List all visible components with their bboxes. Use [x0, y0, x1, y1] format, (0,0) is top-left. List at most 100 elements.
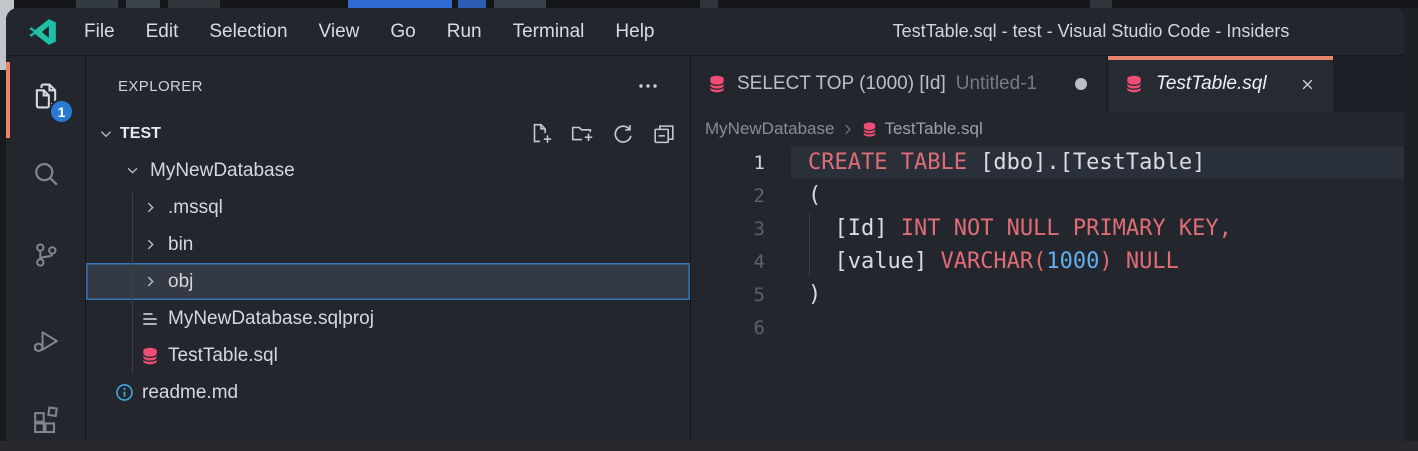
tree-item-mssql[interactable]: .mssql	[86, 189, 690, 226]
chevron-right-icon	[138, 272, 162, 291]
code-token: (	[808, 183, 821, 208]
new-file-button[interactable]	[528, 121, 554, 147]
screenshot-frame: File Edit Selection View Go Run Terminal…	[0, 0, 1418, 451]
tab-bar: SELECT TOP (1000) [Id] Untitled-1	[691, 56, 1404, 112]
tab-untitled-query[interactable]: SELECT TOP (1000) [Id] Untitled-1	[691, 56, 1108, 112]
chevron-down-icon	[120, 161, 144, 180]
database-icon	[1124, 74, 1144, 94]
tree-item-obj[interactable]: obj	[86, 263, 690, 300]
code-line[interactable]: 6	[691, 311, 1404, 344]
tab-testtable-sql[interactable]: TestTable.sql	[1108, 56, 1333, 112]
code-text[interactable]: [value] VARCHAR(1000) NULL	[791, 245, 1404, 278]
unsaved-changes-dot-icon[interactable]	[1075, 78, 1087, 90]
source-control-view-button[interactable]	[23, 232, 69, 278]
code-area[interactable]: 1CREATE TABLE [dbo].[TestTable]2(3 [Id] …	[691, 146, 1404, 441]
explorer-view-button[interactable]: 1	[23, 73, 69, 119]
code-line[interactable]: 4 [value] VARCHAR(1000) NULL	[691, 245, 1404, 278]
tree-indent-guide	[132, 193, 133, 374]
activity-bar: 1	[6, 56, 86, 441]
tree-item-testtable-sql[interactable]: TestTable.sql	[86, 337, 690, 374]
window-edge	[1404, 8, 1418, 441]
line-number: 3	[691, 218, 791, 240]
tree-item-readme[interactable]: readme.md	[86, 374, 690, 411]
code-text[interactable]: (	[791, 179, 1404, 212]
file-tree: MyNewDatabase .mssql bin	[86, 152, 690, 411]
workspace-section-header[interactable]: TEST	[86, 116, 690, 152]
chevron-right-icon	[840, 122, 855, 137]
menu-go[interactable]: Go	[390, 21, 415, 43]
code-text[interactable]: )	[791, 278, 1404, 311]
tree-item-mynewdatabase[interactable]: MyNewDatabase	[86, 152, 690, 189]
workspace-name: TEST	[120, 125, 161, 143]
breadcrumb-folder[interactable]: MyNewDatabase	[705, 119, 834, 139]
database-icon	[138, 346, 162, 366]
database-icon	[707, 74, 727, 94]
chevron-right-icon	[138, 235, 162, 254]
new-folder-button[interactable]	[569, 121, 595, 147]
title-bar: File Edit Selection View Go Run Terminal…	[6, 8, 1404, 56]
code-token: [value]	[808, 249, 940, 274]
window-edge	[0, 441, 1418, 451]
menu-selection[interactable]: Selection	[209, 21, 287, 43]
info-icon	[112, 382, 136, 403]
chevron-down-icon	[96, 124, 116, 144]
editor-indent-guide	[809, 214, 810, 276]
section-actions	[528, 121, 677, 147]
extensions-view-button[interactable]	[23, 397, 69, 441]
background-window-fragment	[126, 0, 160, 8]
breadcrumb-file[interactable]: TestTable.sql	[884, 119, 982, 139]
code-token: [Id]	[808, 216, 901, 241]
chevron-right-icon	[138, 198, 162, 217]
refresh-button[interactable]	[610, 121, 636, 147]
code-text[interactable]: CREATE TABLE [dbo].[TestTable]	[791, 146, 1404, 179]
menu-file[interactable]: File	[84, 21, 115, 43]
tab-label: TestTable.sql	[1156, 73, 1267, 95]
line-number: 1	[691, 152, 791, 174]
search-view-button[interactable]	[23, 152, 69, 198]
active-view-indicator	[6, 62, 10, 138]
tab-detail: Untitled-1	[956, 73, 1037, 95]
menu-view[interactable]: View	[319, 21, 360, 43]
menu-help[interactable]: Help	[615, 21, 654, 43]
code-line[interactable]: 1CREATE TABLE [dbo].[TestTable]	[691, 146, 1404, 179]
code-text[interactable]: [Id] INT NOT NULL PRIMARY KEY,	[791, 212, 1404, 245]
tree-item-label: bin	[168, 234, 193, 256]
line-number: 5	[691, 284, 791, 306]
code-text[interactable]	[791, 311, 1404, 344]
background-window-fragment	[458, 0, 486, 8]
code-token: NULL	[1126, 249, 1179, 274]
line-number: 2	[691, 185, 791, 207]
menu-terminal[interactable]: Terminal	[513, 21, 585, 43]
explorer-badge: 1	[49, 99, 74, 124]
background-window-fragment	[168, 0, 220, 8]
menu-run[interactable]: Run	[447, 21, 482, 43]
code-token: )	[1099, 249, 1126, 274]
background-window-fragment	[1090, 0, 1112, 8]
vscode-insiders-logo-icon	[28, 17, 58, 47]
code-line[interactable]: 2(	[691, 179, 1404, 212]
code-token: )	[808, 282, 821, 307]
tree-item-bin[interactable]: bin	[86, 226, 690, 263]
workbench: 1	[6, 56, 1404, 441]
tree-item-label: MyNewDatabase	[150, 160, 295, 182]
tree-item-label: TestTable.sql	[168, 345, 278, 367]
code-token: CREATE TABLE	[808, 150, 980, 175]
list-lines-icon	[138, 309, 162, 329]
line-number: 4	[691, 251, 791, 273]
tab-label: SELECT TOP (1000) [Id]	[737, 73, 946, 95]
code-line[interactable]: 3 [Id] INT NOT NULL PRIMARY KEY,	[691, 212, 1404, 245]
menu-edit[interactable]: Edit	[146, 21, 179, 43]
tree-item-label: readme.md	[142, 382, 238, 404]
code-token: 1000	[1046, 249, 1099, 274]
sidebar-header: EXPLORER	[86, 56, 690, 116]
vscode-window: File Edit Selection View Go Run Terminal…	[6, 8, 1404, 441]
tree-item-label: obj	[168, 271, 193, 293]
editor-group: SELECT TOP (1000) [Id] Untitled-1	[691, 56, 1404, 441]
run-and-debug-view-button[interactable]	[23, 318, 69, 364]
close-icon[interactable]	[1298, 75, 1317, 94]
code-line[interactable]: 5)	[691, 278, 1404, 311]
collapse-folders-button[interactable]	[651, 121, 677, 147]
tree-item-sqlproj[interactable]: MyNewDatabase.sqlproj	[86, 300, 690, 337]
more-actions-icon[interactable]	[636, 74, 660, 98]
breadcrumb: MyNewDatabase TestTable.sql	[691, 112, 1404, 146]
